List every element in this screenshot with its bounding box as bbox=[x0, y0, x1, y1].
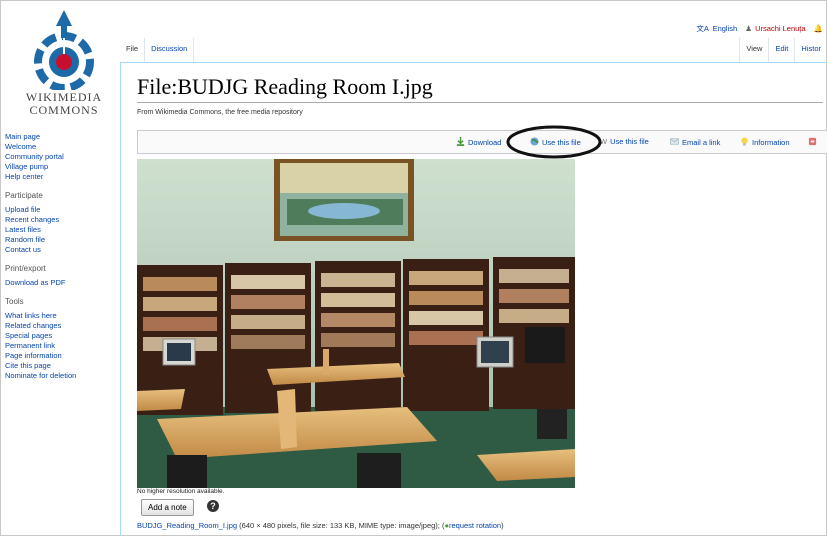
personal-tools: 文A English ♟ Ursachi Lenuța 🔔 bbox=[690, 23, 823, 34]
report-icon bbox=[808, 137, 817, 146]
title-divider bbox=[137, 102, 823, 103]
sidebar: Main page Welcome Community portal Villa… bbox=[5, 132, 117, 390]
use-on-wiki-button[interactable]: W Use this file bbox=[600, 137, 649, 146]
sidebar-item-village-pump[interactable]: Village pump bbox=[5, 162, 117, 172]
help-icon[interactable]: ? bbox=[207, 500, 219, 512]
user-link[interactable]: ♟ Ursachi Lenuța bbox=[745, 24, 807, 33]
sidebar-navigation: Main page Welcome Community portal Villa… bbox=[5, 132, 117, 182]
request-rotation-link[interactable]: request rotation bbox=[449, 521, 501, 530]
username-label: Ursachi Lenuța bbox=[755, 24, 806, 33]
sidebar-print-export: Print/export Download as PDF bbox=[5, 264, 117, 288]
sidebar-item-download-pdf[interactable]: Download as PDF bbox=[5, 278, 117, 288]
tab-file[interactable]: File bbox=[120, 38, 146, 62]
file-details: (640 × 480 pixels, file size: 133 KB, MI… bbox=[237, 521, 445, 530]
sidebar-heading-print-export: Print/export bbox=[5, 264, 46, 273]
file-toolbar: Download Use this file W Use this file Em… bbox=[137, 130, 827, 154]
sidebar-item-page-information[interactable]: Page information bbox=[5, 351, 117, 361]
report-button[interactable] bbox=[808, 137, 820, 147]
reading-room-photo bbox=[137, 159, 575, 488]
view-tabs: View Edit Histor bbox=[739, 38, 827, 62]
download-icon bbox=[456, 137, 465, 146]
language-selector[interactable]: 文A English bbox=[696, 24, 739, 33]
close-paren: ) bbox=[501, 521, 504, 530]
file-info-line: BUDJG_Reading_Room_I.jpg (640 × 480 pixe… bbox=[137, 521, 504, 530]
sidebar-item-community-portal[interactable]: Community portal bbox=[5, 152, 117, 162]
add-note-button[interactable]: Add a note bbox=[141, 499, 194, 516]
sidebar-item-help-center[interactable]: Help center bbox=[5, 172, 117, 182]
sidebar-item-cite-this-page[interactable]: Cite this page bbox=[5, 361, 117, 371]
sidebar-heading-participate: Participate bbox=[5, 191, 43, 200]
highlight-ring bbox=[506, 125, 602, 159]
namespace-tabs: File Discussion bbox=[120, 38, 195, 62]
download-button[interactable]: Download bbox=[456, 137, 501, 147]
sidebar-item-main-page[interactable]: Main page bbox=[5, 132, 117, 142]
content-area: File:BUDJG Reading Room I.jpg From Wikim… bbox=[120, 62, 827, 536]
sidebar-item-contact-us[interactable]: Contact us bbox=[5, 245, 117, 255]
tab-view[interactable]: View bbox=[739, 38, 769, 62]
file-preview-image[interactable] bbox=[137, 159, 575, 488]
email-link-label: Email a link bbox=[682, 138, 721, 147]
language-label: English bbox=[712, 24, 738, 33]
sidebar-item-recent-changes[interactable]: Recent changes bbox=[5, 215, 117, 225]
email-link-button[interactable]: Email a link bbox=[670, 137, 720, 147]
tab-history[interactable]: Histor bbox=[794, 38, 827, 62]
sidebar-item-random-file[interactable]: Random file bbox=[5, 235, 117, 245]
download-label: Download bbox=[468, 138, 502, 147]
sidebar-item-permanent-link[interactable]: Permanent link bbox=[5, 341, 117, 351]
notifications-bell-icon[interactable]: 🔔 bbox=[814, 24, 823, 33]
page-title: File:BUDJG Reading Room I.jpg bbox=[137, 74, 433, 99]
sidebar-tools: Tools What links here Related changes Sp… bbox=[5, 297, 117, 381]
logo-word-commons: COMMONS bbox=[29, 103, 99, 117]
information-button[interactable]: Information bbox=[740, 137, 790, 147]
tab-discussion[interactable]: Discussion bbox=[145, 38, 195, 62]
tab-edit[interactable]: Edit bbox=[768, 38, 794, 62]
sidebar-participate: Participate Upload file Recent changes L… bbox=[5, 191, 117, 255]
sidebar-item-special-pages[interactable]: Special pages bbox=[5, 331, 117, 341]
sidebar-item-what-links-here[interactable]: What links here bbox=[5, 311, 117, 321]
sidebar-heading-tools: Tools bbox=[5, 297, 24, 306]
sidebar-item-welcome[interactable]: Welcome bbox=[5, 142, 117, 152]
user-icon: ♟ bbox=[745, 24, 753, 33]
no-higher-resolution-note: No higher resolution available. bbox=[137, 488, 225, 495]
lightbulb-icon bbox=[741, 137, 748, 146]
email-icon bbox=[670, 138, 679, 145]
wikimedia-commons-logo[interactable]: WIKIMEDIA COMMONS bbox=[14, 8, 114, 120]
file-name-link[interactable]: BUDJG_Reading_Room_I.jpg bbox=[137, 521, 237, 530]
commons-logo-icon bbox=[34, 10, 94, 92]
sidebar-item-latest-files[interactable]: Latest files bbox=[5, 225, 117, 235]
site-tagline: From Wikimedia Commons, the free media r… bbox=[137, 109, 303, 116]
sidebar-item-nominate-deletion[interactable]: Nominate for deletion bbox=[5, 371, 117, 381]
translate-icon: 文A bbox=[696, 24, 709, 33]
information-label: Information bbox=[752, 138, 790, 147]
sidebar-item-upload-file[interactable]: Upload file bbox=[5, 205, 117, 215]
sidebar-item-related-changes[interactable]: Related changes bbox=[5, 321, 117, 331]
use-on-wiki-label: Use this file bbox=[610, 137, 649, 146]
